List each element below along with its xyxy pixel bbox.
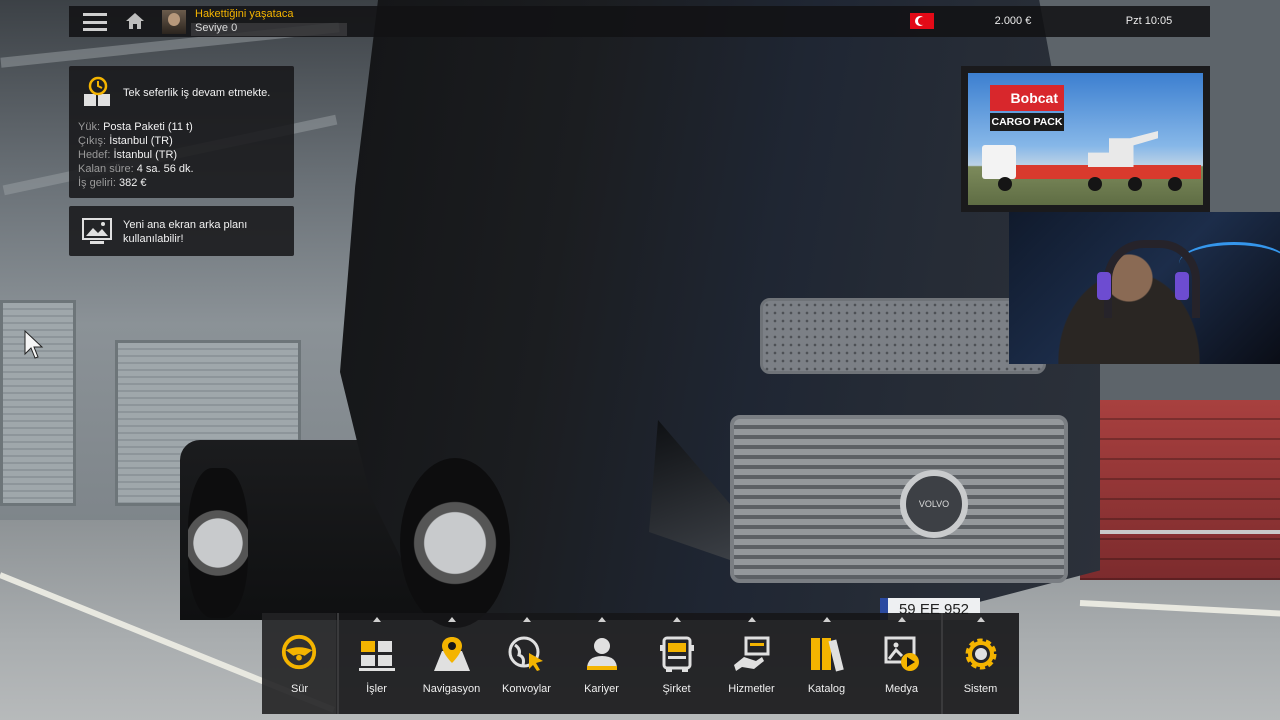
job-row-key: Hedef: xyxy=(78,149,111,161)
job-details: Yük: Posta Paketi (11 t) Çıkış: İstanbul… xyxy=(78,120,194,190)
job-row-key: Çıkış: xyxy=(78,135,107,147)
job-row-value: Posta Paketi (11 t) xyxy=(103,121,193,133)
turkey-flag-icon xyxy=(910,13,934,29)
ad-wheel xyxy=(998,177,1012,191)
hamburger-menu-icon[interactable] xyxy=(83,11,107,33)
clock-cargo-icon xyxy=(84,76,110,106)
red-wall-panels xyxy=(1080,400,1280,580)
service-hand-icon xyxy=(734,636,770,671)
bobcat-logo: Bobcat xyxy=(990,85,1064,111)
volvo-logo: VOLVO xyxy=(900,470,968,538)
ad-excavator xyxy=(1088,131,1158,167)
job-row: Hedef: İstanbul (TR) xyxy=(78,148,194,162)
job-row-key: Kalan süre: xyxy=(78,163,134,175)
ad-truck xyxy=(982,145,1016,179)
job-row: İş geliri: 382 € xyxy=(78,176,194,190)
background-notification-text: Yeni ana ekran arka planı kullanılabilir… xyxy=(123,219,248,245)
expand-arrow-icon xyxy=(373,617,381,622)
nav-catalog[interactable]: Katalog xyxy=(789,613,864,714)
nav-services[interactable]: Hizmetler xyxy=(714,613,789,714)
nav-media[interactable]: Medya xyxy=(864,613,939,714)
nav-career[interactable]: Kariyer xyxy=(564,613,639,714)
gear-icon xyxy=(965,638,997,670)
ad-subtitle: CARGO PACK xyxy=(990,113,1064,131)
headset-cup xyxy=(1175,272,1189,300)
money-display: 2.000 € xyxy=(994,15,1032,27)
nav-navigation[interactable]: Navigasyon xyxy=(414,613,489,714)
nav-drive[interactable]: Sür xyxy=(262,613,336,714)
expand-arrow-icon xyxy=(748,617,756,622)
cargo-boxes-icon xyxy=(359,641,395,671)
job-title: Tek seferlik iş devam etmekte. xyxy=(123,87,271,99)
job-row: Çıkış: İstanbul (TR) xyxy=(78,134,194,148)
nav-jobs[interactable]: İşler xyxy=(339,613,414,714)
dlc-ad-banner[interactable]: Bobcat CARGO PACK xyxy=(961,66,1210,212)
job-row-value: 382 € xyxy=(118,177,147,189)
rear-wheel xyxy=(188,468,248,618)
top-bar: Hakettiğini yaşataca Seviye 0 2.000 € Pz… xyxy=(69,6,1210,37)
player-level: Seviye 0 xyxy=(195,22,238,34)
steering-wheel-icon xyxy=(281,634,317,670)
expand-arrow-icon xyxy=(823,617,831,622)
job-row-key: Yük: xyxy=(78,121,101,133)
upper-grille xyxy=(760,298,1046,374)
expand-arrow-icon xyxy=(448,617,456,622)
job-row-value: 4 sa. 56 dk. xyxy=(136,163,194,175)
truck-front-icon xyxy=(660,636,694,672)
image-icon xyxy=(82,218,112,244)
expand-arrow-icon xyxy=(523,617,531,622)
ad-wheel xyxy=(1128,177,1142,191)
books-icon xyxy=(811,638,844,672)
background-notification-panel[interactable]: Yeni ana ekran arka planı kullanılabilir… xyxy=(69,206,294,256)
globe-cursor-icon xyxy=(508,636,543,671)
job-row-value: İstanbul (TR) xyxy=(109,135,173,147)
bottom-navigation: Sür İşler Navigasyon Konvoylar Kariyer Ş… xyxy=(262,613,1019,714)
headset-cup xyxy=(1097,272,1111,300)
expand-arrow-icon xyxy=(898,617,906,622)
front-wheel xyxy=(400,458,510,628)
job-notification-panel[interactable]: Tek seferlik iş devam etmekte. Yük: Post… xyxy=(69,66,294,198)
front-grille xyxy=(730,415,1068,583)
nav-company[interactable]: Şirket xyxy=(639,613,714,714)
game-clock: Pzt 10:05 xyxy=(1125,15,1173,27)
railing xyxy=(1090,530,1280,534)
job-row-value: İstanbul (TR) xyxy=(113,149,178,161)
player-name[interactable]: Hakettiğini yaşataca xyxy=(195,8,293,20)
job-row: Kalan süre: 4 sa. 56 dk. xyxy=(78,162,194,176)
media-icon xyxy=(884,636,919,671)
person-icon xyxy=(587,638,617,670)
expand-arrow-icon xyxy=(673,617,681,622)
nav-convoys[interactable]: Konvoylar xyxy=(489,613,564,714)
job-row: Yük: Posta Paketi (11 t) xyxy=(78,120,194,134)
expand-arrow-icon xyxy=(977,617,985,622)
nav-system[interactable]: Sistem xyxy=(943,613,1018,714)
expand-arrow-icon xyxy=(598,617,606,622)
map-pin-icon xyxy=(434,637,470,671)
home-icon[interactable] xyxy=(125,12,145,30)
ad-wheel xyxy=(1168,177,1182,191)
ad-image: Bobcat CARGO PACK xyxy=(968,73,1203,205)
webcam-overlay xyxy=(1009,212,1280,364)
player-avatar[interactable] xyxy=(162,10,186,34)
job-row-key: İş geliri: xyxy=(78,177,116,189)
mouse-cursor-icon xyxy=(24,330,44,359)
ad-wheel xyxy=(1088,177,1102,191)
nav-label: Sistem xyxy=(963,683,998,695)
